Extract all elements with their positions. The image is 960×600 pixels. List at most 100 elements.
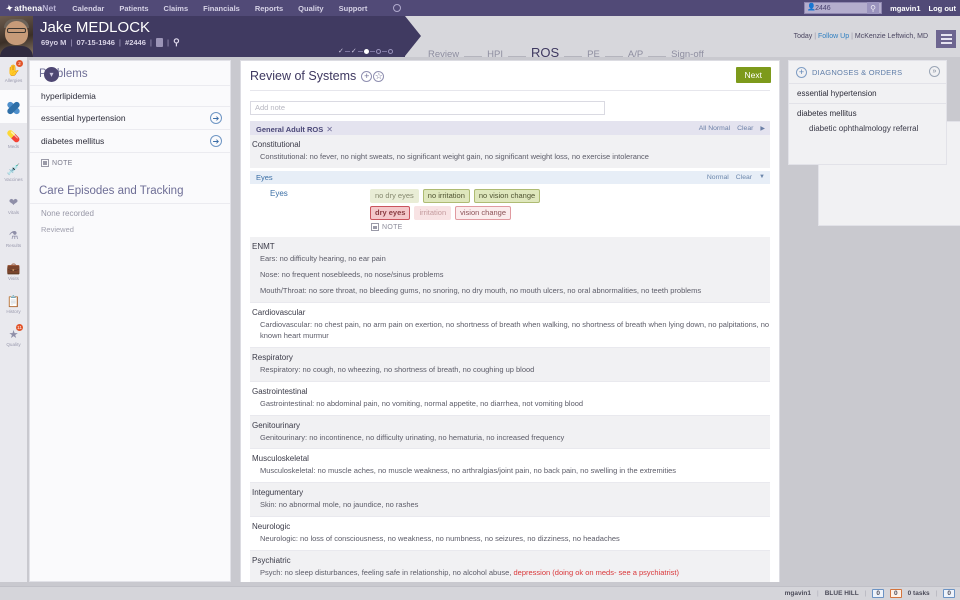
ros-section-psychiatric: Psychiatric Psych: no sleep disturbances…	[250, 551, 770, 584]
eyes-negative-pill-row: dry eyes irritation vision change	[370, 206, 770, 220]
magnifier-icon[interactable]: ⚲	[173, 37, 180, 48]
nav-financials[interactable]: Financials	[203, 4, 240, 13]
diagnosis-row[interactable]: diabetes mellitus	[789, 103, 946, 123]
rail-item-results[interactable]: ⚗ Results	[0, 222, 27, 255]
progress-step-2-check: ✓	[351, 47, 357, 55]
star-icon: ★	[9, 330, 19, 341]
status-badge-orange[interactable]: 0	[890, 589, 902, 598]
add-note-input[interactable]	[250, 101, 605, 115]
rail-item-history[interactable]: 📋 History	[0, 288, 27, 321]
nav-patients[interactable]: Patients	[119, 4, 148, 13]
caret-down-icon[interactable]: ▼	[759, 174, 765, 180]
order-row[interactable]: diabetic ophthalmology referral	[789, 123, 946, 133]
pill-no-irritation[interactable]: no irritation	[423, 189, 470, 203]
hamburger-icon[interactable]	[936, 30, 956, 48]
close-icon[interactable]: ✕	[326, 125, 333, 134]
nav-claims[interactable]: Claims	[164, 4, 189, 13]
search-icon[interactable]: ⚲	[867, 2, 879, 14]
clear-all-link[interactable]: Clear	[737, 125, 753, 132]
hand-icon: ✋	[7, 66, 21, 77]
patient-name: Jake MEDLOCK	[40, 19, 150, 36]
star-circle-icon[interactable]: ☆	[373, 71, 384, 82]
eyes-normal-link[interactable]: Normal	[707, 174, 729, 181]
rail-item-meds[interactable]: 💊 Meds	[0, 123, 27, 156]
section-title: Musculoskeletal	[250, 449, 770, 463]
meta-sep-3: |	[150, 38, 152, 47]
nav-calendar[interactable]: Calendar	[72, 4, 104, 13]
section-body: Neurologic: no loss of consciousness, no…	[250, 531, 770, 550]
pill-vision-change[interactable]: vision change	[455, 206, 511, 220]
encounter-tabs: Review HPI ROS PE A/P Sign-off	[428, 45, 704, 60]
avatar-glasses	[7, 28, 26, 33]
pill-no-vision-change[interactable]: no vision change	[474, 189, 540, 203]
section-body: Constitutional: no fever, no night sweat…	[250, 149, 770, 168]
rail-item-quality[interactable]: ★ Quality 11	[0, 321, 27, 354]
section-title: Gastrointestinal	[250, 382, 770, 396]
forward-arrow-icon[interactable]: ➔	[210, 112, 222, 124]
problem-row[interactable]: hyperlipidemia	[30, 85, 230, 106]
tab-signoff[interactable]: Sign-off	[671, 49, 704, 60]
ros-eyes-subheader: Eyes Normal Clear ▼	[250, 171, 770, 184]
problem-label: hyperlipidemia	[41, 91, 96, 101]
rail-item-vaccines[interactable]: 💉 Vaccines	[0, 156, 27, 189]
status-badge-blue[interactable]: 0	[872, 589, 884, 598]
patient-avatar	[0, 16, 33, 57]
section-body: Genitourinary: no incontinence, no diffi…	[250, 430, 770, 449]
rail-item-visits[interactable]: 💼 Visits	[0, 255, 27, 288]
topnav-right-group: 👤 ⚲ mgavin1 Log out	[804, 2, 956, 14]
meta-sep-2: |	[119, 38, 121, 47]
note-icon	[371, 223, 379, 231]
context-follow-up[interactable]: Follow Up	[818, 33, 849, 40]
status-tasks[interactable]: 0 tasks	[908, 590, 930, 597]
avatar-body	[0, 46, 33, 57]
rail-item-vitals[interactable]: ❤ Vitals	[0, 189, 27, 222]
problems-note-button[interactable]: NOTE	[30, 152, 230, 175]
note-icon	[41, 159, 49, 167]
patient-search-box[interactable]: 👤 ⚲	[804, 2, 882, 14]
tab-review[interactable]: Review	[428, 49, 459, 60]
status-badge-right[interactable]: 0	[943, 589, 955, 598]
context-provider: McKenzie Leftwich, MD	[855, 33, 928, 40]
patient-search-input[interactable]	[815, 3, 867, 13]
username-link[interactable]: mgavin1	[890, 4, 920, 13]
pill-no-dry-eyes[interactable]: no dry eyes	[370, 189, 419, 203]
eyes-note-button[interactable]: NOTE	[370, 223, 770, 231]
nav-support[interactable]: Support	[339, 4, 368, 13]
diagnosis-row[interactable]: essential hypertension	[789, 83, 946, 103]
double-chevron-right-icon[interactable]: »	[929, 66, 940, 77]
next-button[interactable]: Next	[736, 67, 771, 83]
gear-icon[interactable]	[393, 4, 401, 12]
tab-ap[interactable]: A/P	[628, 49, 643, 60]
chevron-down-icon[interactable]: ▾	[44, 67, 59, 82]
chart-icon[interactable]	[156, 38, 163, 47]
tab-dash-3	[564, 56, 582, 57]
section-body: Gastrointestinal: no abdominal pain, no …	[250, 396, 770, 415]
rail-item-problems[interactable]	[0, 90, 27, 123]
logout-link[interactable]: Log out	[929, 4, 957, 13]
plus-circle-icon[interactable]: +	[361, 71, 372, 82]
all-normal-link[interactable]: All Normal	[699, 125, 730, 132]
rail-label-meds: Meds	[8, 144, 19, 149]
meta-sep-4: |	[167, 38, 169, 47]
problem-row[interactable]: diabetes mellitus ➔	[30, 129, 230, 152]
tab-pe[interactable]: PE	[587, 49, 600, 60]
status-sep-2: |	[865, 590, 867, 597]
eyes-clear-link[interactable]: Clear	[736, 174, 752, 181]
plus-circle-icon[interactable]: +	[796, 67, 807, 78]
caret-right-icon[interactable]: ▶	[760, 125, 765, 132]
nav-quality[interactable]: Quality	[298, 4, 323, 13]
avatar-face	[5, 21, 28, 45]
nav-reports[interactable]: Reports	[255, 4, 283, 13]
pill-irritation[interactable]: irritation	[414, 206, 451, 220]
section-body: Cardiovascular: no chest pain, no arm pa…	[250, 317, 770, 347]
rail-item-allergies[interactable]: ✋ Allergies 2	[0, 57, 27, 90]
forward-arrow-icon[interactable]: ➔	[210, 135, 222, 147]
problem-row[interactable]: essential hypertension ➔	[30, 106, 230, 129]
pill-dry-eyes[interactable]: dry eyes	[370, 206, 410, 220]
tab-ros[interactable]: ROS	[531, 45, 559, 60]
ros-section-cardiovascular: Cardiovascular Cardiovascular: no chest …	[250, 303, 770, 347]
athenanet-logo[interactable]: ✦athenaNet	[6, 3, 56, 14]
tab-hpi[interactable]: HPI	[487, 49, 503, 60]
logo-glyph: ✦	[5, 2, 14, 14]
section-title: Neurologic	[250, 517, 770, 531]
